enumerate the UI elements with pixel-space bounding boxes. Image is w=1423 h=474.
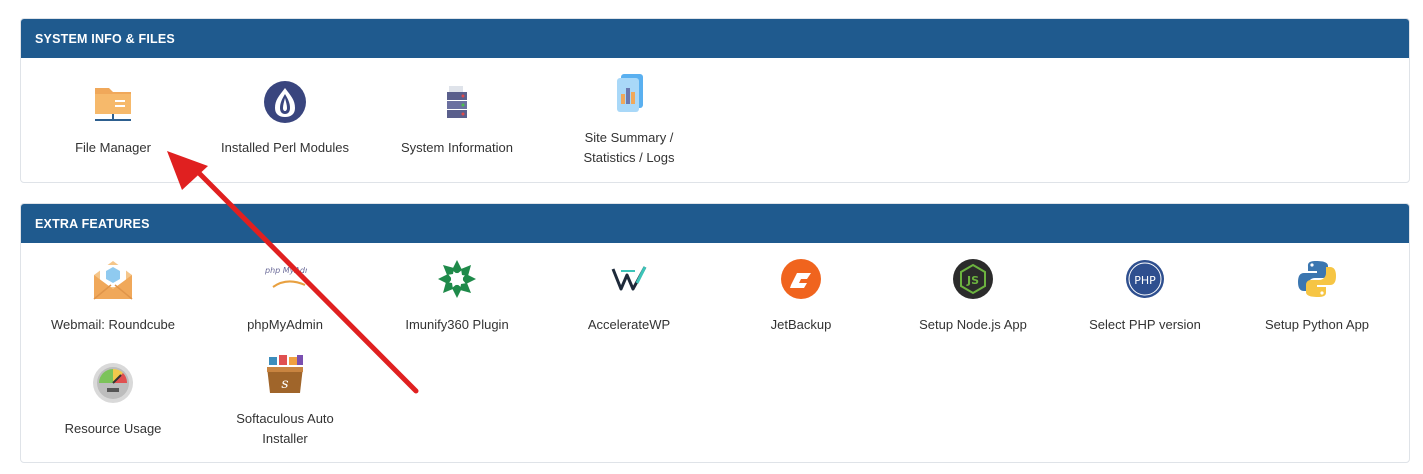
nodejs-icon: JS <box>953 259 993 299</box>
imunify360-icon <box>438 260 476 298</box>
setup-python-app-label: Setup Python App <box>1264 317 1370 332</box>
webmail-icon <box>93 261 133 300</box>
python-icon <box>1298 261 1336 297</box>
site-summary-label: Site Summary / Statistics / Logs <box>583 130 675 165</box>
php-logo-text: PHP <box>1134 274 1156 287</box>
phpmyadmin-icon: php MyAdmin <box>264 266 307 288</box>
jetbackup-label: JetBackup <box>770 317 832 332</box>
statistics-icon <box>617 74 643 112</box>
installed-perl-modules-label: Installed Perl Modules <box>221 140 349 155</box>
perl-icon <box>264 81 306 123</box>
webmail-roundcube-label: Webmail: Roundcube <box>50 317 176 332</box>
system-info-files-header: SYSTEM INFO & FILES <box>21 19 1409 58</box>
select-php-version-tile[interactable]: PHP Select PHP version <box>1057 257 1233 335</box>
softaculous-icon: s <box>267 355 303 393</box>
installed-perl-modules-tile[interactable]: Installed Perl Modules <box>197 80 373 158</box>
jetbackup-tile[interactable]: JetBackup <box>713 257 889 335</box>
extra-features-panel: EXTRA FEATURES Webmail: Roundcube php My… <box>20 203 1410 463</box>
setup-nodejs-app-tile[interactable]: JS Setup Node.js App <box>885 257 1061 335</box>
site-summary-tile[interactable]: Site Summary / Statistics / Logs <box>541 70 717 168</box>
webmail-roundcube-tile[interactable]: Webmail: Roundcube <box>25 257 201 335</box>
gauge-icon <box>93 363 133 403</box>
jetbackup-icon <box>781 259 821 299</box>
imunify360-plugin-label: Imunify360 Plugin <box>405 317 509 332</box>
nodejs-logo-text: JS <box>966 274 979 287</box>
acceleratewp-icon <box>611 266 647 291</box>
file-manager-tile[interactable]: File Manager <box>25 80 201 158</box>
phpmyadmin-logo-php: php MyAdmin <box>264 266 307 275</box>
phpmyadmin-tile[interactable]: php MyAdmin phpMyAdmin <box>197 257 373 335</box>
system-information-label: System Information <box>401 140 513 155</box>
imunify360-plugin-tile[interactable]: Imunify360 Plugin <box>369 257 545 335</box>
resource-usage-tile[interactable]: Resource Usage <box>25 361 201 439</box>
softaculous-auto-installer-tile[interactable]: s Softaculous Auto Installer <box>197 351 373 449</box>
acceleratewp-tile[interactable]: AccelerateWP <box>541 257 717 335</box>
system-info-files-panel: SYSTEM INFO & FILES File Manager Install… <box>20 18 1410 183</box>
acceleratewp-label: AccelerateWP <box>587 317 671 332</box>
file-manager-label: File Manager <box>75 140 151 155</box>
resource-usage-label: Resource Usage <box>64 421 162 436</box>
softaculous-auto-installer-label: Softaculous Auto Installer <box>236 411 334 446</box>
setup-nodejs-app-label: Setup Node.js App <box>919 317 1027 332</box>
folder-icon <box>95 88 131 121</box>
setup-python-app-tile[interactable]: Setup Python App <box>1229 257 1405 335</box>
svg-text:s: s <box>281 376 288 392</box>
extra-features-header: EXTRA FEATURES <box>21 204 1409 243</box>
select-php-version-label: Select PHP version <box>1089 317 1201 332</box>
php-icon: PHP <box>1126 260 1164 298</box>
server-icon <box>447 86 467 118</box>
phpmyadmin-label: phpMyAdmin <box>247 317 323 332</box>
system-information-tile[interactable]: System Information <box>369 80 545 158</box>
